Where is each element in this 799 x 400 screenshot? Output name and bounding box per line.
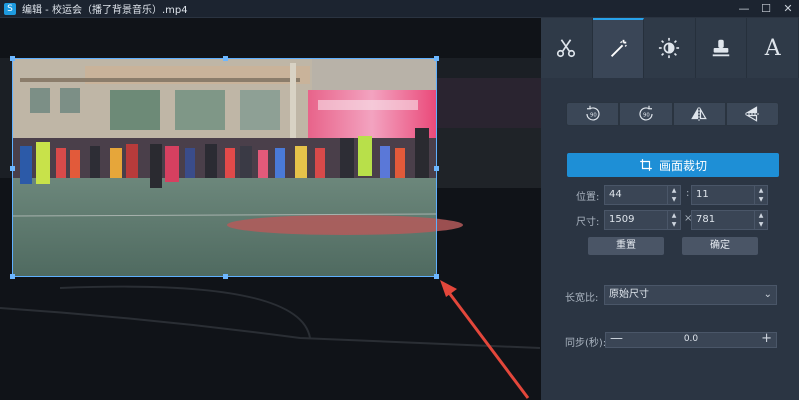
tool-tabs: A — [541, 18, 799, 78]
position-y-value: 11 — [696, 189, 709, 200]
position-y-stepper[interactable]: ▲ ▼ — [754, 186, 767, 204]
tab-adjust[interactable] — [644, 18, 696, 78]
close-button[interactable]: ✕ — [777, 0, 799, 17]
position-x-stepper[interactable]: ▲ ▼ — [667, 186, 680, 204]
app-icon: S — [4, 2, 16, 15]
crop-icon — [640, 159, 652, 171]
edit-panel: A 90 90 画面裁切 位置: 44 ▲ ▼: 11 ▲ ▼ 尺寸: 150… — [541, 18, 799, 400]
rotate-left-button[interactable]: 90 — [566, 102, 620, 126]
flip-horizontal-button[interactable] — [672, 102, 726, 126]
tab-watermark[interactable] — [696, 18, 748, 78]
annotation-arrow — [440, 280, 530, 399]
position-x-input[interactable]: 44 ▲ ▼ — [604, 185, 681, 205]
magic-wand-icon — [610, 39, 627, 57]
position-x-value: 44 — [609, 189, 622, 200]
aspect-ratio-value: 原始尺寸 — [609, 289, 649, 300]
sync-slider[interactable]: — 0.0 + — [605, 331, 777, 348]
brightness-icon — [659, 37, 680, 59]
reset-button[interactable]: 重置 — [588, 237, 664, 255]
rotate-right-label: 90 — [643, 112, 650, 118]
aspect-ratio-select[interactable]: 原始尺寸 ⌄ — [604, 285, 777, 305]
tab-text[interactable]: A — [747, 18, 799, 78]
width-stepper[interactable]: ▲ ▼ — [667, 211, 680, 229]
window-title: 编辑 - 校运会（播了背景音乐）.mp4 — [22, 5, 188, 16]
confirm-button[interactable]: 确定 — [682, 237, 758, 255]
minimize-button[interactable]: — — [733, 0, 755, 17]
text-icon: A — [764, 35, 781, 61]
flip-vertical-icon — [745, 106, 760, 122]
crop-button-label: 画面裁切 — [658, 158, 707, 173]
position-label: 位置: — [576, 192, 600, 203]
rotate-right-button[interactable]: 90 — [619, 102, 673, 126]
stamp-icon — [712, 39, 730, 57]
height-stepper[interactable]: ▲ ▼ — [754, 211, 767, 229]
rotate-toolbar: 90 90 — [566, 102, 779, 126]
sync-label: 同步(秒): — [565, 338, 607, 349]
size-label: 尺寸: — [576, 217, 600, 228]
width-input[interactable]: 1509 ▲ ▼ — [604, 210, 681, 230]
tab-effects[interactable] — [592, 18, 645, 78]
aspect-ratio-label: 长宽比: — [565, 293, 599, 304]
flip-horizontal-icon — [691, 107, 707, 121]
rotate-left-label: 90 — [590, 112, 597, 118]
chevron-down-icon: ⌄ — [763, 289, 772, 300]
position-separator: : — [686, 188, 690, 199]
crop-button[interactable]: 画面裁切 — [567, 153, 779, 177]
window-controls: — ☐ ✕ — [733, 0, 799, 17]
title-bar: S 编辑 - 校运会（播了背景音乐）.mp4 — ☐ ✕ — [0, 0, 799, 18]
tab-cut[interactable] — [541, 18, 593, 78]
video-preview — [0, 18, 541, 400]
flip-vertical-button[interactable] — [725, 102, 779, 126]
rotate-right-icon: 90 — [639, 105, 653, 121]
position-y-input[interactable]: 11 ▲ ▼ — [691, 185, 768, 205]
sync-value: 0.0 — [683, 334, 699, 344]
height-value: 781 — [696, 214, 716, 225]
width-value: 1509 — [609, 214, 635, 225]
height-input[interactable]: 781 ▲ ▼ — [691, 210, 768, 230]
sync-increase-button[interactable]: + — [761, 331, 772, 346]
maximize-button[interactable]: ☐ — [755, 0, 777, 17]
scissors-icon — [557, 39, 576, 58]
rotate-left-icon: 90 — [586, 105, 600, 121]
